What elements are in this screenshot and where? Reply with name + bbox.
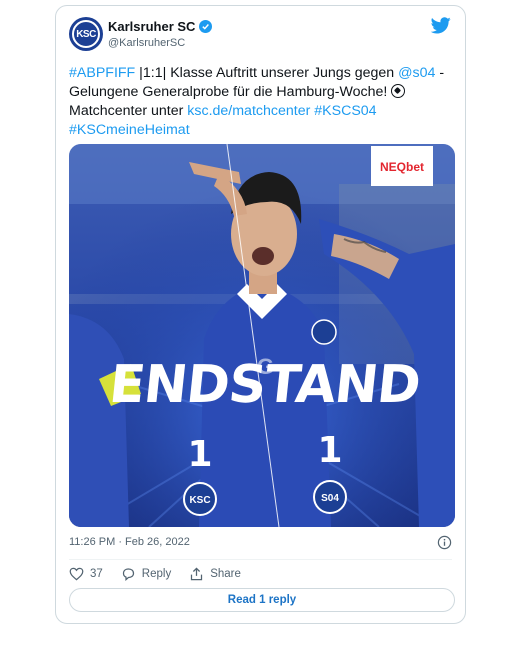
home-score: 1 — [187, 434, 212, 475]
avatar[interactable]: KSC — [69, 17, 103, 51]
tweet-media-image[interactable]: G ENDSTAND 1 1 KSC S04 NEQbet — [69, 144, 455, 527]
account-handle[interactable]: @KarlsruherSC — [108, 37, 185, 49]
account-name-label: Karlsruher SC — [108, 19, 196, 34]
soccer-ball-icon — [391, 84, 406, 98]
verified-badge-icon — [199, 20, 213, 33]
like-button[interactable]: 37 — [69, 567, 103, 581]
share-label: Share — [210, 568, 241, 580]
hashtag-link[interactable]: #KSCmeineHeimat — [69, 122, 190, 138]
tweet-text: #ABPFIFF |1:1| Klasse Auftritt unserer J… — [69, 64, 459, 140]
share-icon — [191, 567, 203, 581]
tweet-actions: 37 Reply Share — [69, 567, 259, 581]
tweet-timestamp[interactable]: 11:26 PM · Feb 26, 2022 — [69, 536, 190, 548]
url-link[interactable]: ksc.de/matchcenter — [187, 103, 310, 119]
mention-link[interactable]: @s04 — [398, 65, 435, 81]
share-button[interactable]: Share — [189, 567, 241, 581]
reply-button[interactable]: Reply — [121, 567, 171, 581]
away-score: 1 — [317, 430, 342, 471]
reply-label: Reply — [141, 568, 172, 580]
tweet-card: KSC Karlsruher SC @KarlsruherSC #ABPFIFF… — [55, 5, 466, 624]
tweet-text-segment: Matchcenter unter — [69, 103, 188, 119]
hashtag-link[interactable]: #KSCS04 — [314, 103, 376, 119]
read-replies-button[interactable]: Read 1 reply — [69, 588, 455, 612]
account-name[interactable]: Karlsruher SC — [108, 19, 213, 34]
tweet-text-segment: |1:1| Klasse Auftritt unserer Jungs gege… — [135, 65, 399, 81]
info-icon[interactable] — [437, 535, 452, 555]
away-badge-text: S04 — [321, 493, 339, 504]
endstand-headline: ENDSTAND — [107, 355, 423, 415]
ksc-logo-icon: KSC — [72, 20, 100, 48]
like-count: 37 — [90, 568, 103, 580]
sponsor-logo: NEQbet — [380, 160, 424, 174]
twitter-bird-icon[interactable] — [430, 17, 451, 39]
reply-bubble-icon — [122, 568, 134, 581]
divider — [69, 559, 452, 560]
heart-icon — [69, 567, 84, 581]
home-badge-text: KSC — [189, 495, 210, 506]
hashtag-link[interactable]: #ABPFIFF — [69, 65, 135, 81]
endstand-graphic: G ENDSTAND 1 1 KSC S04 NEQbet — [69, 144, 455, 527]
